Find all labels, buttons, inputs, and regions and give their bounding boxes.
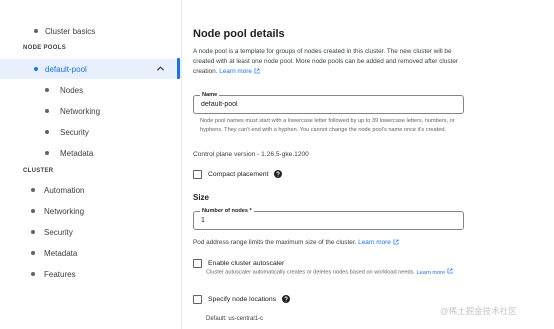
sidebar-item-automation[interactable]: Automation: [0, 181, 181, 199]
bullet-icon: [34, 67, 38, 71]
sidebar-item-networking[interactable]: Networking: [0, 202, 181, 220]
autoscaler-checkbox[interactable]: [193, 258, 202, 268]
section-header-node-pools: NODE POOLS: [23, 45, 67, 51]
name-input[interactable]: [201, 101, 451, 108]
sidebar-item-label: Networking: [60, 106, 101, 116]
sidebar-item-label: Automation: [44, 185, 85, 195]
bullet-icon: [31, 251, 35, 255]
sidebar-item-pool-security[interactable]: Security: [0, 123, 181, 141]
autoscaler-helper-body: Cluster autoscaler automatically creates…: [206, 269, 415, 276]
sidebar-item-metadata[interactable]: Metadata: [0, 244, 181, 262]
section-header-cluster: CLUSTER: [23, 168, 54, 174]
bullet-icon: [45, 109, 49, 113]
intro-text: A node pool is a template for groups of …: [193, 47, 468, 77]
compact-placement-row: Compact placement: [193, 169, 283, 179]
bullet-icon: [31, 272, 35, 276]
sidebar-item-label: Metadata: [60, 148, 94, 158]
sidebar-divider: [181, 0, 182, 329]
control-plane-version: Control plane version - 1.26.5-gke.1200: [193, 151, 309, 158]
sidebar-item-label: Security: [44, 227, 73, 237]
sidebar-item-label: Security: [60, 127, 89, 137]
bullet-icon: [45, 151, 49, 155]
sidebar-item-label: Metadata: [44, 248, 78, 258]
bullet-icon: [34, 29, 38, 33]
pod-address-body: Pod address range limits the maximum siz…: [193, 239, 357, 246]
sidebar-item-cluster-basics[interactable]: Cluster basics: [0, 22, 181, 40]
sidebar-item-label: Networking: [44, 206, 85, 216]
help-icon[interactable]: [282, 295, 291, 303]
chevron-up-icon[interactable]: [156, 64, 165, 73]
compact-placement-label: Compact placement: [208, 170, 269, 178]
sidebar-item-security[interactable]: Security: [0, 223, 181, 241]
name-helper-text: Node pool names must start with a lowerc…: [200, 118, 455, 133]
external-link-icon: [393, 239, 399, 244]
sidebar-item-pool-networking[interactable]: Networking: [0, 102, 181, 120]
sidebar-item-pool-metadata[interactable]: Metadata: [0, 144, 181, 162]
sidebar-item-label: Cluster basics: [45, 26, 96, 36]
number-of-nodes-label: Number of nodes *: [200, 208, 254, 214]
node-locations-checkbox[interactable]: [193, 294, 202, 304]
autoscaler-learn-more-link[interactable]: Learn more: [417, 268, 453, 276]
name-field[interactable]: Name: [193, 92, 464, 114]
help-icon[interactable]: [274, 170, 283, 178]
external-link-icon: [254, 68, 260, 73]
pod-address-learn-more-link[interactable]: Learn more: [358, 239, 399, 246]
bullet-icon: [31, 188, 35, 192]
node-locations-label: Specify node locations: [208, 295, 277, 303]
sidebar: Cluster basics NODE POOLS default-pool N…: [0, 0, 181, 329]
name-field-label: Name: [200, 92, 220, 98]
autoscaler-label: Enable cluster autoscaler: [208, 259, 285, 267]
sidebar-item-label: Features: [44, 269, 76, 279]
node-locations-row: Specify node locations: [193, 294, 291, 304]
watermark: @稀土掘金技术社区: [440, 306, 517, 316]
page-title: Node pool details: [193, 28, 285, 40]
sidebar-item-nodes[interactable]: Nodes: [0, 81, 181, 99]
autoscaler-helper: Cluster autoscaler automatically creates…: [206, 268, 468, 277]
active-indicator: [177, 58, 180, 79]
size-heading: Size: [193, 193, 210, 202]
compact-placement-checkbox[interactable]: [193, 169, 202, 179]
sidebar-item-label: Nodes: [60, 85, 84, 95]
number-of-nodes-field[interactable]: Number of nodes *: [193, 208, 464, 230]
pod-address-text: Pod address range limits the maximum siz…: [193, 238, 468, 248]
sidebar-item-default-pool[interactable]: default-pool: [0, 59, 181, 79]
autoscaler-row: Enable cluster autoscaler: [193, 258, 284, 268]
bullet-icon: [31, 209, 35, 213]
bullet-icon: [31, 230, 35, 234]
sidebar-item-features[interactable]: Features: [0, 265, 181, 283]
external-link-icon: [447, 268, 453, 274]
learn-more-link[interactable]: Learn more: [219, 68, 260, 75]
sidebar-item-label: default-pool: [45, 64, 87, 74]
bullet-icon: [45, 130, 49, 134]
default-location-text: Default: us-central1-c: [206, 316, 264, 322]
bullet-icon: [45, 88, 49, 92]
number-of-nodes-input[interactable]: [201, 217, 451, 224]
